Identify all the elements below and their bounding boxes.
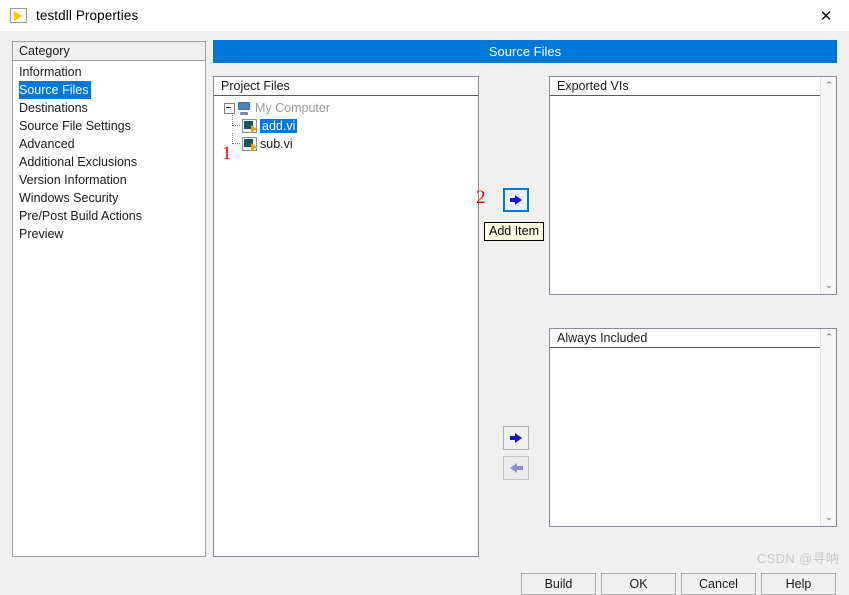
tree-connector-icon [228,115,242,135]
category-item-windows-security[interactable]: Windows Security [13,189,205,207]
help-button[interactable]: Help [761,573,836,595]
category-item-information[interactable]: Information [13,63,205,81]
add-item-button[interactable] [503,188,529,212]
category-item-pre-post-build-actions[interactable]: Pre/Post Build Actions [13,207,205,225]
exported-vis-list[interactable] [550,96,819,294]
exported-vis-panel[interactable]: Exported VIs ⌃ ⌄ [549,76,837,295]
always-included-panel[interactable]: Always Included ⌃ ⌄ [549,328,837,527]
title-bar: testdll Properties ✕ [0,0,849,31]
vi-file-icon [242,119,257,133]
section-title-banner: Source Files [213,40,837,63]
category-item-source-files-row: Source Files [13,81,205,99]
close-icon[interactable]: ✕ [803,0,849,31]
category-item-source-files[interactable]: Source Files [19,81,92,99]
category-header: Category [13,42,205,61]
always-included-header: Always Included [550,329,836,348]
add-item-tooltip: Add Item [484,222,545,241]
annotation-marker-1: 1 [222,143,232,164]
tree-node-label: My Computer [255,101,331,115]
tree-node-my-computer[interactable]: My Computer [214,99,478,117]
always-included-remove-button[interactable] [503,456,529,480]
category-listbox[interactable]: Category Information Source Files Destin… [12,41,206,557]
arrow-right-icon [510,433,522,443]
tree-node-label: add.vi [260,119,298,133]
scroll-up-icon[interactable]: ⌃ [821,329,836,346]
category-item-preview[interactable]: Preview [13,225,205,243]
tree-node-label: sub.vi [260,137,293,151]
project-files-panel[interactable]: Project Files My Computer add.vi sub.vi [213,76,479,557]
category-item-additional-exclusions[interactable]: Additional Exclusions [13,153,205,171]
category-list: Information Source Files Destinations So… [13,61,205,243]
category-item-advanced[interactable]: Advanced [13,135,205,153]
collapse-expander-icon[interactable] [224,102,235,114]
category-item-source-file-settings[interactable]: Source File Settings [13,117,205,135]
tree-node-sub-vi[interactable]: sub.vi [214,133,478,153]
exported-vis-header: Exported VIs [550,77,836,96]
arrow-left-icon [510,463,523,473]
labview-vi-icon [10,8,27,23]
always-included-scrollbar[interactable]: ⌃ ⌄ [820,329,836,526]
scroll-down-icon[interactable]: ⌄ [821,509,836,526]
always-included-list[interactable] [550,348,819,526]
build-button[interactable]: Build [521,573,596,595]
category-item-version-information[interactable]: Version Information [13,171,205,189]
computer-icon [237,101,251,115]
cancel-button[interactable]: Cancel [681,573,756,595]
annotation-marker-2: 2 [476,187,486,208]
arrow-right-icon [510,195,522,205]
window-title: testdll Properties [36,8,139,23]
project-files-tree: My Computer add.vi sub.vi [214,96,478,153]
tree-node-add-vi[interactable]: add.vi [214,115,478,135]
project-files-header: Project Files [214,77,478,96]
category-item-destinations[interactable]: Destinations [13,99,205,117]
scroll-up-icon[interactable]: ⌃ [821,77,836,94]
dialog-content: Category Information Source Files Destin… [0,31,849,595]
always-included-add-button[interactable] [503,426,529,450]
exported-vis-scrollbar[interactable]: ⌃ ⌄ [820,77,836,294]
vi-file-icon [242,137,257,151]
ok-button[interactable]: OK [601,573,676,595]
scroll-down-icon[interactable]: ⌄ [821,277,836,294]
